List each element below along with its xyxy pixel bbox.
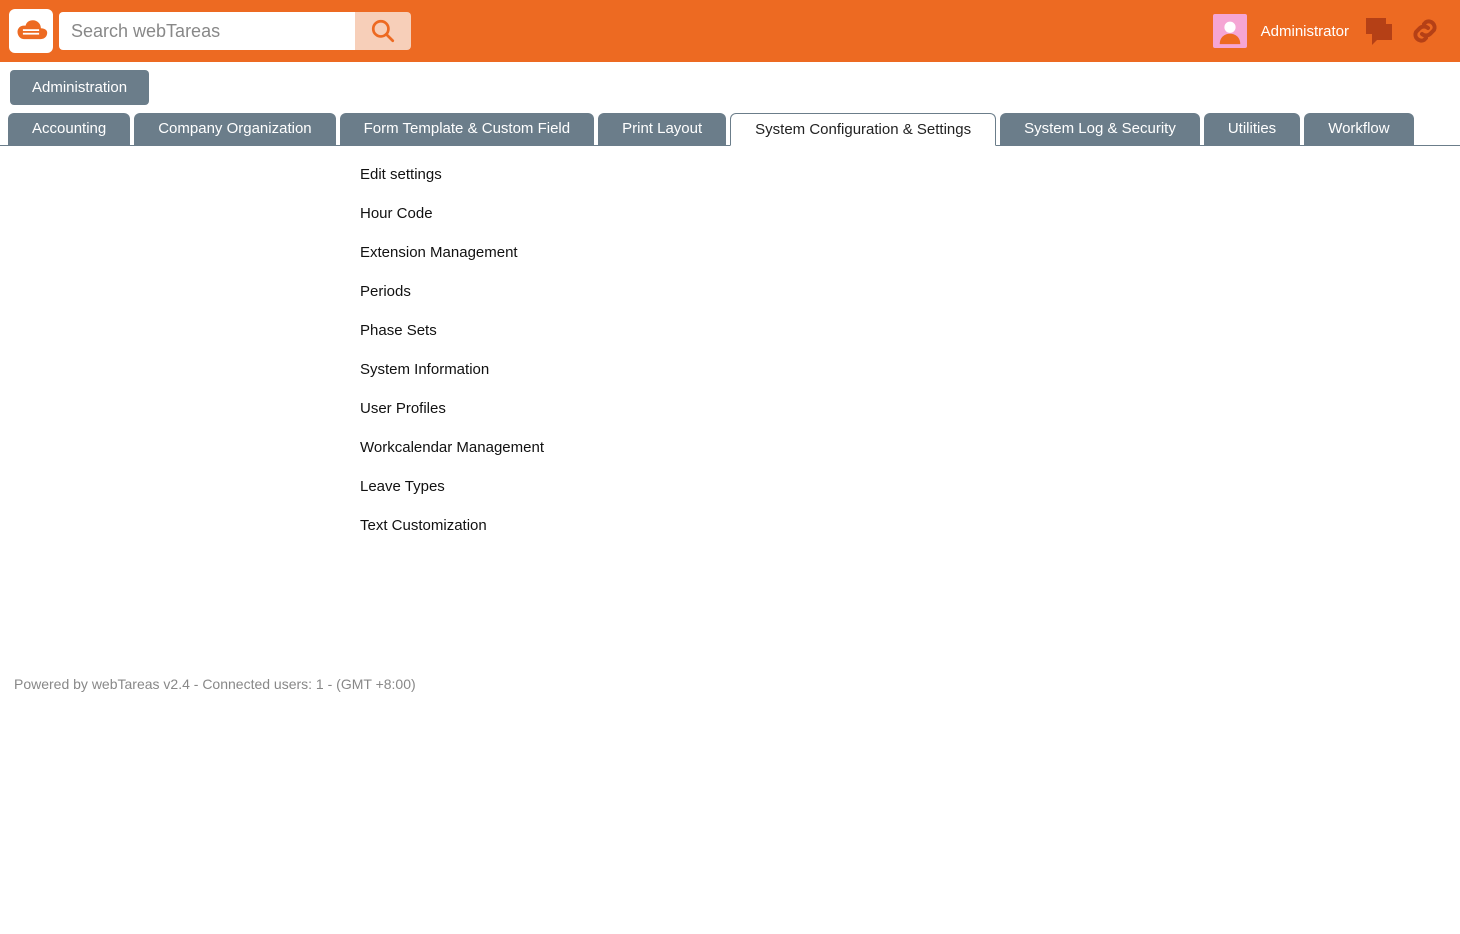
breadcrumb: Administration xyxy=(0,62,1460,113)
search-icon xyxy=(370,18,396,44)
menu-periods[interactable]: Periods xyxy=(360,283,1460,300)
cloud-icon xyxy=(13,17,49,45)
link-icon xyxy=(1409,15,1441,47)
menu-extension-management[interactable]: Extension Management xyxy=(360,244,1460,261)
header-right: Administrator xyxy=(1213,14,1451,48)
header-left xyxy=(9,9,411,53)
tab-workflow[interactable]: Workflow xyxy=(1304,113,1413,145)
tab-system-log[interactable]: System Log & Security xyxy=(1000,113,1200,145)
tab-form-template[interactable]: Form Template & Custom Field xyxy=(340,113,594,145)
tab-system-configuration[interactable]: System Configuration & Settings xyxy=(730,113,996,146)
tab-accounting[interactable]: Accounting xyxy=(8,113,130,145)
breadcrumb-administration[interactable]: Administration xyxy=(10,70,149,105)
menu-text-customization[interactable]: Text Customization xyxy=(360,517,1460,534)
user-avatar-icon xyxy=(1216,17,1244,45)
menu-hour-code[interactable]: Hour Code xyxy=(360,205,1460,222)
menu-phase-sets[interactable]: Phase Sets xyxy=(360,322,1460,339)
search-input[interactable] xyxy=(59,12,355,50)
search-button[interactable] xyxy=(355,12,411,50)
menu-system-information[interactable]: System Information xyxy=(360,361,1460,378)
menu-edit-settings[interactable]: Edit settings xyxy=(360,166,1460,183)
tabs-container: Accounting Company Organization Form Tem… xyxy=(0,113,1460,146)
link-icon-button[interactable] xyxy=(1409,15,1441,47)
menu-user-profiles[interactable]: User Profiles xyxy=(360,400,1460,417)
search-container xyxy=(59,12,411,50)
chat-icon xyxy=(1363,15,1395,47)
content-area: Edit settings Hour Code Extension Manage… xyxy=(0,146,1460,534)
footer-status: Powered by webTareas v2.4 - Connected us… xyxy=(0,556,1460,692)
tab-company-organization[interactable]: Company Organization xyxy=(134,113,335,145)
menu-leave-types[interactable]: Leave Types xyxy=(360,478,1460,495)
header-bar: Administrator xyxy=(0,0,1460,62)
messages-icon-button[interactable] xyxy=(1363,15,1395,47)
logo[interactable] xyxy=(9,9,53,53)
tab-print-layout[interactable]: Print Layout xyxy=(598,113,726,145)
user-label[interactable]: Administrator xyxy=(1261,23,1349,40)
menu-workcalendar-management[interactable]: Workcalendar Management xyxy=(360,439,1460,456)
avatar[interactable] xyxy=(1213,14,1247,48)
tab-utilities[interactable]: Utilities xyxy=(1204,113,1300,145)
